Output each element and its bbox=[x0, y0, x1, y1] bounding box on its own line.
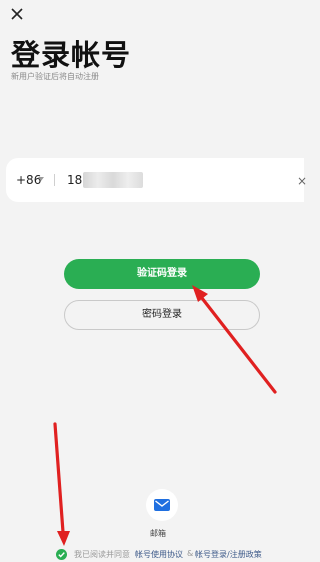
phone-input-row: +86 18 × bbox=[6, 158, 307, 202]
close-button[interactable] bbox=[9, 6, 25, 22]
mail-icon bbox=[154, 499, 170, 511]
agreement-checkbox[interactable] bbox=[56, 549, 67, 560]
arrow-to-agreement-checkbox bbox=[53, 422, 70, 546]
page-subtitle: 新用户验证后将自动注册 bbox=[11, 72, 99, 81]
checkmark-icon bbox=[58, 552, 65, 558]
phone-number-input[interactable]: 18 bbox=[67, 173, 82, 187]
privacy-policy-link[interactable]: 帐号登录/注册政策 bbox=[195, 549, 262, 560]
clear-icon[interactable]: × bbox=[297, 174, 307, 188]
user-agreement-link[interactable]: 帐号使用协议 bbox=[135, 549, 183, 560]
agreement-text: 我已阅读并同意 bbox=[74, 550, 130, 559]
email-login-label: 邮箱 bbox=[150, 529, 166, 538]
divider bbox=[54, 174, 55, 186]
page-title: 登录帐号 bbox=[11, 38, 132, 72]
password-login-button[interactable]: 密码登录 bbox=[64, 300, 260, 330]
agreement-row: 我已阅读并同意 帐号使用协议 & 帐号登录/注册政策 bbox=[56, 549, 304, 561]
close-icon bbox=[11, 8, 23, 20]
redacted-number bbox=[83, 172, 143, 188]
email-login-button[interactable] bbox=[146, 489, 178, 521]
sms-login-button[interactable]: 验证码登录 bbox=[64, 259, 260, 289]
agreement-separator: & bbox=[187, 549, 194, 558]
chevron-down-icon bbox=[38, 177, 44, 181]
